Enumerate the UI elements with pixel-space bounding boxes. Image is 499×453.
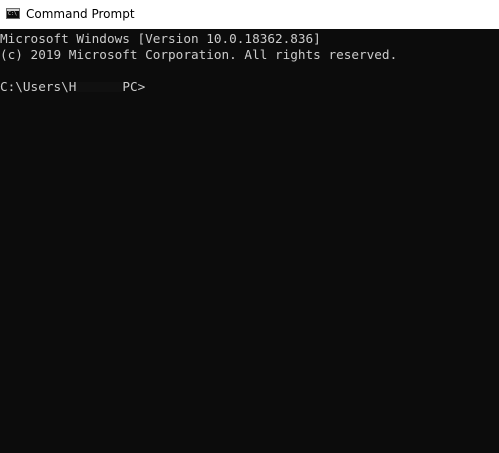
console-line-version: Microsoft Windows [Version 10.0.18362.83… [0, 31, 321, 46]
command-prompt-line[interactable]: C:\Users\H PC> [0, 79, 145, 95]
console-icon[interactable]: C:\ [6, 8, 20, 19]
window-title: Command Prompt [26, 7, 135, 21]
console-line-copyright: (c) 2019 Microsoft Corporation. All righ… [0, 47, 398, 62]
console-icon-text: C:\ [8, 11, 18, 17]
redacted-username [76, 82, 123, 92]
title-bar[interactable]: C:\ Command Prompt [0, 0, 499, 29]
console-output[interactable]: Microsoft Windows [Version 10.0.18362.83… [0, 31, 499, 453]
prompt-path-end: PC> [122, 79, 146, 94]
prompt-path-start: C:\Users\H [0, 79, 77, 94]
command-prompt-window: C:\ Command Prompt Microsoft Windows [Ve… [0, 0, 499, 453]
